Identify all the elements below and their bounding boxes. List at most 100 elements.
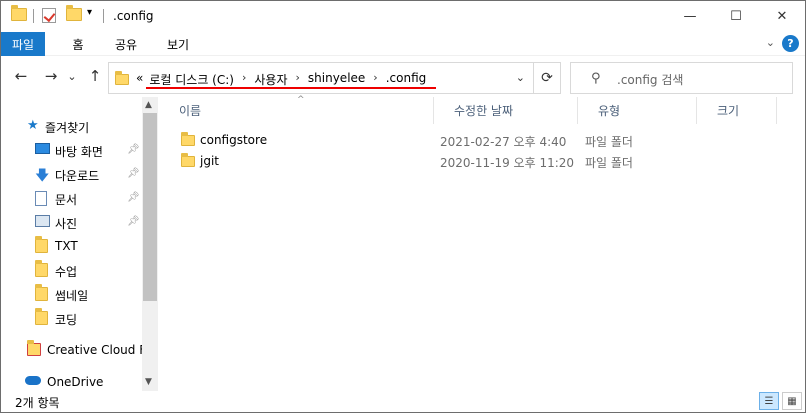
folder-icon xyxy=(35,236,48,253)
breadcrumb-overflow[interactable]: « xyxy=(133,71,146,88)
column-header-type[interactable]: 유형 xyxy=(578,97,697,124)
file-name: jgit xyxy=(200,154,219,168)
breadcrumb-user[interactable]: shinyelee xyxy=(305,71,368,88)
desktop-icon xyxy=(35,143,50,154)
sidebar-item-class[interactable]: 수업 xyxy=(1,259,142,281)
sidebar-scrollbar[interactable]: ▲ ▼ xyxy=(142,97,158,391)
scrollbar-thumb[interactable] xyxy=(143,113,157,301)
refresh-button[interactable]: ⟳ xyxy=(534,62,561,94)
column-header-modified[interactable]: 수정한 날짜 xyxy=(434,97,578,124)
large-icons-view-icon: ▦ xyxy=(787,395,797,407)
tab-share[interactable]: 공유 xyxy=(106,32,146,56)
star-icon: ★ xyxy=(27,118,39,133)
maximize-button[interactable]: ☐ xyxy=(713,1,759,32)
tab-view[interactable]: 보기 xyxy=(158,32,198,56)
expand-ribbon-icon[interactable]: ⌄ xyxy=(766,36,775,49)
document-icon xyxy=(35,191,47,206)
breadcrumb-local-disk[interactable]: 로컬 디스크 (C:) xyxy=(146,71,237,88)
folder-icon xyxy=(181,153,195,167)
pin-icon[interactable]: 📌︎ xyxy=(127,192,140,203)
pictures-icon xyxy=(35,215,50,227)
scroll-up-icon[interactable]: ▲ xyxy=(145,100,152,110)
breadcrumb-separator-icon[interactable]: › xyxy=(368,71,382,88)
breadcrumb-users[interactable]: 사용자 xyxy=(251,71,290,88)
folder-icon xyxy=(181,132,195,146)
sidebar-item-pictures[interactable]: 사진 📌︎ xyxy=(1,211,142,233)
pin-icon[interactable]: 📌︎ xyxy=(127,216,140,227)
sidebar-item-onedrive[interactable]: OneDrive xyxy=(1,371,142,391)
sidebar-item-label: 문서 xyxy=(55,193,78,207)
sidebar-item-coding[interactable]: 코딩 xyxy=(1,307,142,329)
help-button[interactable]: ? xyxy=(782,35,799,52)
navigation-pane: ★ 즐겨찾기 바탕 화면 📌︎ 🡇 다운로드 📌︎ 문서 📌︎ 사진 📌︎ TX… xyxy=(1,97,158,391)
column-header-label: 유형 xyxy=(598,104,621,118)
file-type: 파일 폴더 xyxy=(585,156,633,170)
folder-icon xyxy=(35,284,48,301)
sidebar-item-downloads[interactable]: 🡇 다운로드 📌︎ xyxy=(1,163,142,185)
folder-icon xyxy=(11,5,27,21)
tab-home[interactable]: 홈 xyxy=(63,32,93,56)
pin-icon[interactable]: 📌︎ xyxy=(127,144,140,155)
sidebar-item-label: Creative Cloud Fil xyxy=(47,343,152,357)
sidebar-item-quick-access[interactable]: ★ 즐겨찾기 xyxy=(1,115,142,137)
sidebar-item-label: 다운로드 xyxy=(55,169,100,183)
scroll-down-icon[interactable]: ▼ xyxy=(145,377,152,387)
sidebar-item-label: 수업 xyxy=(55,265,78,279)
status-bar: 2개 항목 ☰ ▦ xyxy=(1,391,805,412)
download-icon: 🡇 xyxy=(35,168,50,184)
file-list: 이름 ^ 수정한 날짜 유형 크기 configstore 2021-02-27… xyxy=(159,95,805,391)
title-separator xyxy=(103,9,104,23)
sidebar-item-desktop[interactable]: 바탕 화면 📌︎ xyxy=(1,139,142,161)
search-box[interactable]: ⚲ .config 검색 xyxy=(570,62,793,94)
cloud-icon xyxy=(25,376,41,385)
sidebar-item-label: 썸네일 xyxy=(55,289,89,303)
sidebar-item-label: OneDrive xyxy=(47,375,104,389)
column-header-label: 이름 xyxy=(179,104,202,118)
breadcrumb-separator-icon[interactable]: › xyxy=(237,71,251,88)
breadcrumb-config[interactable]: .config xyxy=(383,71,430,88)
address-dropdown-icon[interactable]: ⌄ xyxy=(516,71,525,84)
title-separator xyxy=(33,9,34,23)
window-title: .config xyxy=(113,9,154,23)
breadcrumb: « 로컬 디스크 (C:) › 사용자 › shinyelee › .confi… xyxy=(133,71,429,88)
back-button[interactable]: ← xyxy=(11,65,31,87)
forward-button[interactable]: → xyxy=(41,65,61,87)
red-underline-annotation xyxy=(146,87,436,89)
new-folder-icon[interactable] xyxy=(66,5,82,21)
breadcrumb-separator-icon[interactable]: › xyxy=(291,71,305,88)
sidebar-item-label: TXT xyxy=(55,239,78,253)
file-name: configstore xyxy=(200,133,268,147)
column-header-name[interactable]: 이름 ^ xyxy=(159,95,434,124)
folder-icon xyxy=(35,260,48,277)
sort-ascending-icon: ^ xyxy=(297,95,305,105)
navigation-bar: ← → ⌄ ↑ « 로컬 디스크 (C:) › 사용자 › shinyelee … xyxy=(1,57,805,97)
search-placeholder: .config 검색 xyxy=(617,73,684,87)
minimize-button[interactable]: — xyxy=(667,1,713,32)
pin-icon[interactable]: 📌︎ xyxy=(127,168,140,179)
explorer-window: ▾ .config — ☐ ✕ 파일 홈 공유 보기 ⌄ ? ← → ⌄ ↑ «… xyxy=(0,0,806,413)
column-header-label: 크기 xyxy=(717,104,740,118)
sidebar-item-txt[interactable]: TXT xyxy=(1,235,142,257)
quick-access-dropdown-icon[interactable]: ▾ xyxy=(87,7,92,18)
details-view-button[interactable]: ☰ xyxy=(759,392,779,410)
sidebar-item-thumbnail[interactable]: 썸네일 xyxy=(1,283,142,305)
column-header-size[interactable]: 크기 xyxy=(697,97,777,124)
search-icon: ⚲ xyxy=(591,71,601,86)
up-button[interactable]: ↑ xyxy=(85,65,105,87)
table-row[interactable]: jgit 2020-11-19 오후 11:20 파일 폴더 xyxy=(175,151,635,171)
sidebar-item-label: 사진 xyxy=(55,217,78,231)
recent-locations-button[interactable]: ⌄ xyxy=(65,65,79,87)
sidebar-item-creative-cloud[interactable]: Creative Cloud Fil xyxy=(1,339,152,361)
sidebar-item-label: 코딩 xyxy=(55,313,78,327)
title-bar: ▾ .config — ☐ ✕ xyxy=(1,1,805,32)
sidebar-item-documents[interactable]: 문서 📌︎ xyxy=(1,187,142,209)
ribbon-tabs: 파일 홈 공유 보기 ⌄ ? xyxy=(1,32,805,56)
table-row[interactable]: configstore 2021-02-27 오후 4:40 파일 폴더 xyxy=(175,130,635,150)
file-modified: 2020-11-19 오후 11:20 xyxy=(440,156,575,170)
creative-cloud-icon xyxy=(27,340,41,356)
tab-file[interactable]: 파일 xyxy=(1,32,45,56)
properties-icon[interactable] xyxy=(42,8,56,23)
large-icons-view-button[interactable]: ▦ xyxy=(782,392,802,410)
address-bar[interactable]: « 로컬 디스크 (C:) › 사용자 › shinyelee › .confi… xyxy=(108,62,534,94)
close-button[interactable]: ✕ xyxy=(759,1,805,32)
